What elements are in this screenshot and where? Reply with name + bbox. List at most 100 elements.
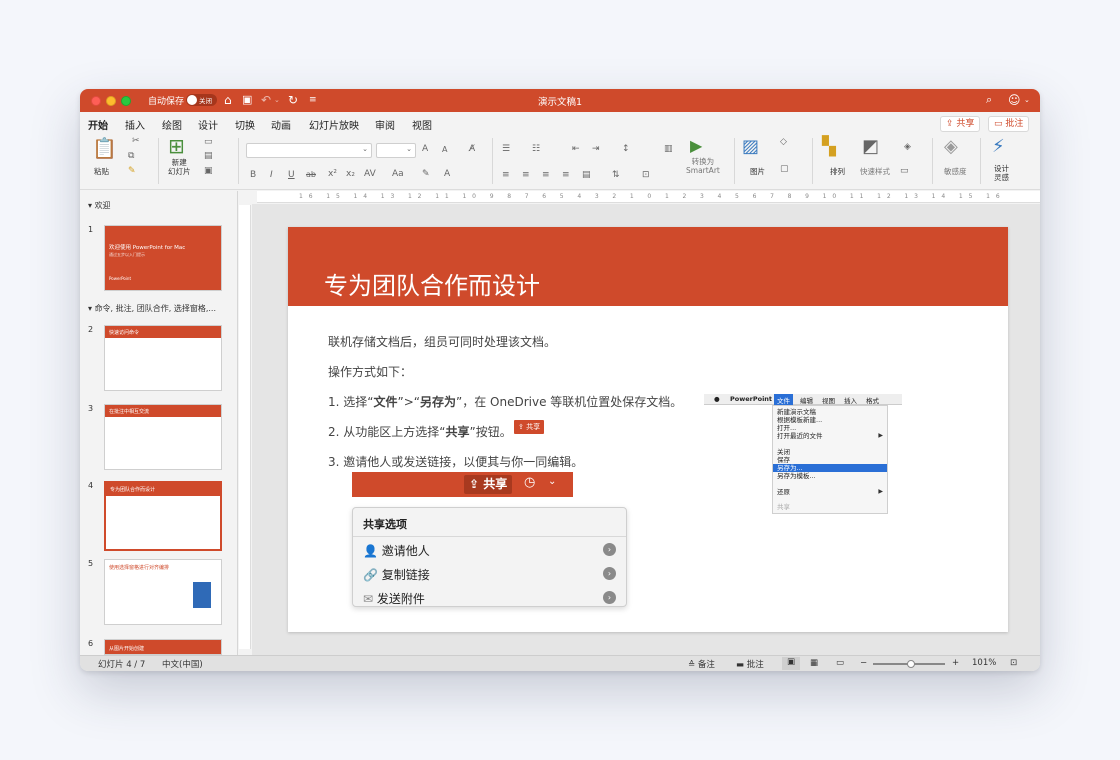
- new-slide-icon[interactable]: ⊞: [168, 134, 185, 158]
- cut-icon[interactable]: ✂: [132, 136, 140, 146]
- shrink-font-button[interactable]: A: [442, 145, 447, 154]
- quick-styles-icon[interactable]: ◩: [862, 136, 879, 157]
- fit-to-window-icon[interactable]: ⊡: [1010, 658, 1017, 668]
- tab-view[interactable]: 视图: [412, 117, 432, 132]
- new-slide-label: 新建 幻灯片: [168, 158, 191, 176]
- clear-format-icon[interactable]: A̸: [469, 144, 475, 154]
- numbering-icon[interactable]: ☷: [532, 144, 540, 154]
- tab-slideshow[interactable]: 幻灯片放映: [309, 117, 359, 132]
- normal-view-icon[interactable]: ▣: [782, 657, 800, 670]
- shape-outline-icon[interactable]: ▭: [900, 166, 909, 176]
- notes-button[interactable]: ≙ 备注: [688, 658, 715, 670]
- horizontal-ruler[interactable]: 16 15 14 13 12 11 10 9 8 7 6 5 4 3 2 1 0…: [257, 191, 1040, 203]
- slide-sorter-icon[interactable]: ▦: [810, 658, 818, 668]
- increase-indent-icon[interactable]: ⇥: [592, 144, 600, 154]
- underline-button[interactable]: U: [288, 170, 295, 180]
- shape-fill-icon[interactable]: ◈: [904, 142, 911, 152]
- step-3[interactable]: 3. 邀请他人或发送链接，以便其与你一同编辑。: [328, 453, 583, 470]
- align-right-icon[interactable]: ≡: [542, 170, 550, 180]
- section-icon[interactable]: ▣: [204, 166, 213, 176]
- reset-icon[interactable]: ▤: [204, 151, 213, 161]
- thumb-title: 在批注中相互交流: [109, 409, 150, 415]
- align-center-icon[interactable]: ≡: [522, 170, 530, 180]
- font-size-select[interactable]: ⌄: [376, 143, 416, 158]
- body-line-1[interactable]: 联机存储文档后，组员可同时处理该文档。: [328, 333, 556, 350]
- feedback-dropdown-icon[interactable]: ⌄: [1024, 92, 1030, 108]
- slide-title[interactable]: 专为团队合作而设计: [324, 266, 540, 301]
- tab-design[interactable]: 设计: [198, 117, 218, 132]
- chevron-down-icon: ⌄: [406, 145, 412, 153]
- status-bar: 幻灯片 4 / 7 中文(中国) ≙ 备注 ▬ 批注 ▣ ▦ ▭ − + 101…: [80, 655, 1040, 671]
- slide-thumbnail-1[interactable]: 欢迎使用 PowerPoint for Mac 通过五步以入门提示 PowerP…: [104, 225, 222, 291]
- tab-insert[interactable]: 插入: [125, 117, 145, 132]
- sensitivity-label: 敏感度: [944, 167, 967, 176]
- slide-thumbnail-pane: ▾ 欢迎 1 欢迎使用 PowerPoint for Mac 通过五步以入门提示…: [80, 191, 238, 655]
- comments-button[interactable]: ▭ 批注: [988, 116, 1030, 132]
- italic-button[interactable]: I: [270, 170, 273, 180]
- thumb-subtitle: 通过五步以入门提示: [109, 252, 145, 257]
- strikethrough-button[interactable]: ab: [306, 170, 316, 179]
- textbox-icon[interactable]: ▢: [780, 164, 789, 174]
- feedback-smiley-icon[interactable]: ☺: [1008, 92, 1021, 108]
- tab-transitions[interactable]: 切换: [235, 117, 255, 132]
- change-case-button[interactable]: Aa: [392, 169, 404, 179]
- align-left-icon[interactable]: ≡: [502, 170, 510, 180]
- section-header-commands[interactable]: ▾ 命令, 批注, 团队合作, 选择窗格,...: [88, 303, 216, 314]
- ruler-scale: 16 15 14 13 12 11 10 9 8 7 6 5 4 3 2 1 0…: [299, 193, 1006, 200]
- tab-review[interactable]: 审阅: [375, 117, 395, 132]
- format-painter-icon[interactable]: ✎: [128, 166, 136, 176]
- zoom-slider-thumb[interactable]: [907, 660, 915, 668]
- zoom-level[interactable]: 101%: [972, 658, 996, 668]
- search-icon[interactable]: ⌕: [986, 92, 992, 108]
- arrange-icon[interactable]: ▚: [822, 136, 836, 157]
- tab-animations[interactable]: 动画: [271, 117, 291, 132]
- zoom-slider[interactable]: [873, 660, 945, 668]
- reading-view-icon[interactable]: ▭: [836, 658, 844, 668]
- font-name-select[interactable]: ⌄: [246, 143, 372, 158]
- columns-icon[interactable]: ▥: [664, 144, 673, 154]
- language-indicator[interactable]: 中文(中国): [162, 658, 203, 670]
- slide-thumbnail-2[interactable]: 快速访问命令: [104, 325, 222, 391]
- slide-thumbnail-3[interactable]: 在批注中相互交流: [104, 404, 222, 470]
- char-spacing-button[interactable]: AV: [364, 169, 376, 179]
- notes-icon: ≙: [688, 660, 698, 670]
- comments-status-button[interactable]: ▬ 批注: [736, 658, 764, 670]
- copy-icon[interactable]: ⧉: [128, 151, 134, 161]
- sensitivity-icon[interactable]: ◈: [944, 136, 958, 157]
- shapes-icon[interactable]: ◇: [780, 137, 787, 147]
- align-text-icon[interactable]: ⊡: [642, 170, 650, 180]
- subscript-button[interactable]: x₂: [346, 169, 355, 179]
- justify-icon[interactable]: ≡: [562, 170, 570, 180]
- smartart-icon[interactable]: ▶: [690, 136, 702, 155]
- vertical-ruler[interactable]: [239, 205, 251, 649]
- slide-number: 1: [88, 225, 94, 234]
- superscript-button[interactable]: x²: [328, 169, 337, 179]
- tab-draw[interactable]: 绘图: [162, 117, 182, 132]
- text-direction-icon[interactable]: ⇅: [612, 170, 620, 180]
- highlight-icon[interactable]: ✎: [422, 169, 430, 179]
- step-1[interactable]: 1. 选择“文件”>“另存为”，在 OneDrive 等联机位置处保存文档。: [328, 393, 682, 410]
- distribute-icon[interactable]: ▤: [582, 170, 591, 180]
- copy-link-row: 🔗 复制链接: [363, 568, 430, 582]
- step-2[interactable]: 2. 从功能区上方选择“共享”按钮。: [328, 423, 512, 440]
- picture-icon[interactable]: ▨: [742, 136, 759, 157]
- arrow-right-icon: ›: [603, 567, 616, 580]
- grow-font-button[interactable]: A: [422, 144, 428, 154]
- zoom-in-button[interactable]: +: [952, 658, 959, 668]
- designer-icon[interactable]: ⚡: [992, 136, 1005, 157]
- current-slide[interactable]: 专为团队合作而设计 联机存储文档后，组员可同时处理该文档。 操作方式如下： 1.…: [288, 227, 1008, 632]
- bullets-icon[interactable]: ☰: [502, 144, 510, 154]
- decrease-indent-icon[interactable]: ⇤: [572, 144, 580, 154]
- font-color-icon[interactable]: A: [444, 169, 450, 179]
- body-line-2[interactable]: 操作方式如下：: [328, 363, 412, 380]
- clipboard-icon[interactable]: 📋: [92, 136, 117, 160]
- layout-icon[interactable]: ▭: [204, 137, 213, 147]
- zoom-out-button[interactable]: −: [860, 658, 867, 668]
- share-button[interactable]: ⇪ 共享: [940, 116, 981, 132]
- slide-thumbnail-5[interactable]: 使用选择窗格进行对齐编排: [104, 559, 222, 625]
- slide-thumbnail-6[interactable]: 从图片开始创建: [104, 639, 222, 655]
- slide-thumbnail-4[interactable]: 专为团队合作而设计: [104, 481, 222, 551]
- section-header-welcome[interactable]: ▾ 欢迎: [88, 200, 111, 211]
- line-spacing-icon[interactable]: ↕: [622, 144, 630, 154]
- bold-button[interactable]: B: [250, 170, 256, 180]
